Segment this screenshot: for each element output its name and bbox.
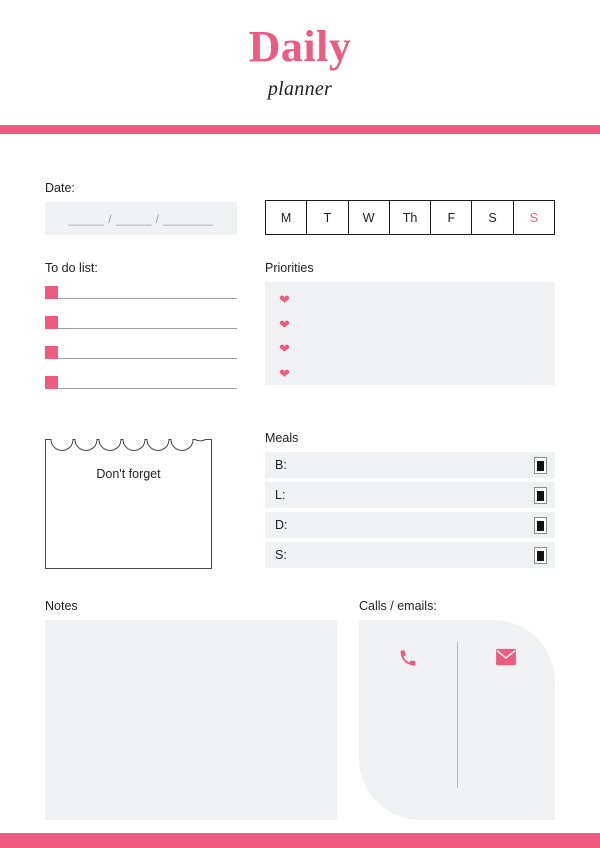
- checkbox-icon[interactable]: [45, 316, 58, 329]
- meal-row-breakfast[interactable]: B:: [265, 452, 555, 478]
- priority-item[interactable]: ❤: [279, 342, 555, 367]
- meal-label: D:: [275, 518, 288, 532]
- page-title: Daily: [248, 21, 352, 71]
- day-selector: M T W Th F S S: [265, 200, 555, 235]
- heart-icon: ❤: [279, 365, 290, 381]
- glass-icon[interactable]: [534, 456, 547, 474]
- date-placeholder-text: _____ / _____ / _______: [68, 211, 214, 226]
- calls-section: Calls / emails:: [359, 599, 555, 820]
- todo-input[interactable]: [58, 285, 237, 299]
- heart-icon: ❤: [279, 316, 290, 332]
- date-label: Date:: [45, 181, 75, 195]
- heart-icon: ❤: [279, 292, 290, 307]
- dont-forget-notepad[interactable]: Don't forget: [45, 431, 212, 569]
- calls-column[interactable]: [359, 620, 457, 820]
- notes-section: Notes: [45, 599, 337, 820]
- priority-item[interactable]: ❤: [279, 367, 555, 392]
- header-divider-bar: [0, 125, 600, 134]
- dont-forget-label: Don't forget: [96, 467, 161, 481]
- day-selector-grid: M T W Th F S S: [265, 200, 555, 235]
- priorities-panel[interactable]: ❤ ❤ ❤ ❤: [265, 282, 555, 385]
- priorities-label: Priorities: [265, 261, 314, 275]
- dontforget-and-meals-row: Don't forget Meals B: L: D: S:: [45, 431, 555, 572]
- todo-list: [45, 285, 237, 389]
- meal-label: S:: [275, 548, 287, 562]
- todo-label: To do list:: [45, 261, 98, 275]
- day-cell-saturday[interactable]: S: [472, 201, 514, 234]
- day-cell-monday[interactable]: M: [266, 201, 308, 234]
- checkbox-icon[interactable]: [45, 376, 58, 389]
- day-cell-friday[interactable]: F: [431, 201, 473, 234]
- priority-item[interactable]: ❤: [279, 318, 555, 343]
- planner-sheet: Date: _____ / _____ / _______ M T W Th F…: [0, 181, 600, 820]
- day-cell-tuesday[interactable]: T: [307, 201, 349, 234]
- todo-input[interactable]: [58, 375, 237, 389]
- todo-item[interactable]: [45, 315, 237, 329]
- todo-input[interactable]: [58, 345, 237, 359]
- date-and-days-row: Date: _____ / _____ / _______ M T W Th F…: [45, 181, 555, 235]
- meal-label: L:: [275, 488, 286, 502]
- priorities-section: Priorities ❤ ❤ ❤ ❤: [265, 261, 555, 405]
- glass-icon[interactable]: [534, 516, 547, 534]
- todo-input[interactable]: [58, 315, 237, 329]
- notes-label: Notes: [45, 599, 78, 613]
- meals-label: Meals: [265, 431, 299, 445]
- notes-input[interactable]: [45, 620, 337, 820]
- notepad-shape-icon: [45, 439, 212, 569]
- todo-section: To do list:: [45, 261, 237, 405]
- todo-item[interactable]: [45, 375, 237, 389]
- calls-label: Calls / emails:: [359, 599, 437, 613]
- date-section: Date: _____ / _____ / _______: [45, 181, 237, 235]
- phone-icon: [400, 650, 416, 666]
- glass-icon[interactable]: [534, 546, 547, 564]
- page-subtitle: planner: [267, 77, 333, 100]
- notes-and-calls-row: Notes Calls / emails:: [45, 599, 555, 820]
- day-cell-thursday[interactable]: Th: [390, 201, 432, 234]
- todo-item[interactable]: [45, 285, 237, 299]
- day-cell-sunday[interactable]: S: [514, 201, 554, 234]
- heart-icon: ❤: [279, 341, 290, 356]
- priority-item[interactable]: ❤: [279, 293, 555, 318]
- date-input[interactable]: _____ / _____ / _______: [45, 202, 237, 235]
- todo-item[interactable]: [45, 345, 237, 359]
- meals-section: Meals B: L: D: S:: [265, 431, 555, 572]
- checkbox-icon[interactable]: [45, 286, 58, 299]
- meal-row-lunch[interactable]: L:: [265, 482, 555, 508]
- meal-row-dinner[interactable]: D:: [265, 512, 555, 538]
- checkbox-icon[interactable]: [45, 346, 58, 359]
- emails-column[interactable]: [458, 620, 556, 820]
- calls-columns: [359, 620, 555, 820]
- day-cell-wednesday[interactable]: W: [349, 201, 390, 234]
- calls-panel: [359, 620, 555, 820]
- todo-and-priorities-row: To do list: Priorities ❤ ❤ ❤ ❤: [45, 261, 555, 405]
- meal-row-snack[interactable]: S:: [265, 542, 555, 568]
- envelope-icon: [496, 648, 517, 666]
- footer-divider-bar: [0, 833, 600, 848]
- glass-icon[interactable]: [534, 486, 547, 504]
- meal-label: B:: [275, 458, 287, 472]
- page-header: Daily planner: [0, 0, 600, 125]
